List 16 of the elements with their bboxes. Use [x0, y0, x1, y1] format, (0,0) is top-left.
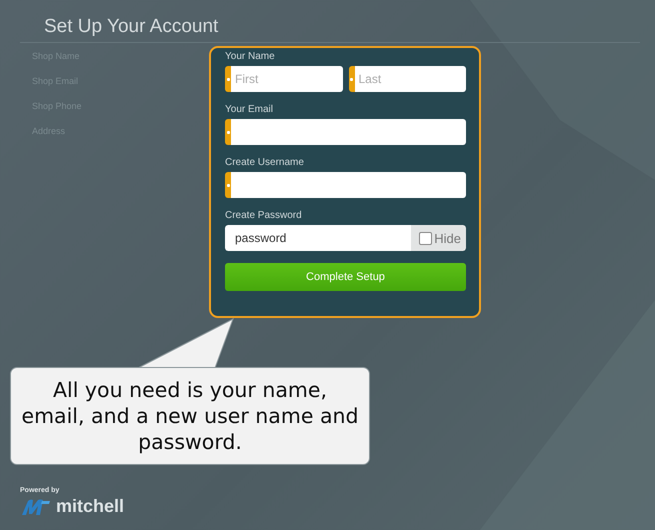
checkbox-label: Hide	[434, 230, 461, 246]
password-field[interactable]: password	[225, 225, 412, 251]
complete-setup-button[interactable]: Complete Setup	[225, 263, 466, 291]
input-field[interactable]	[231, 119, 466, 145]
page-title: Set Up Your Account	[44, 16, 220, 38]
input-field[interactable]: First	[231, 66, 342, 92]
callout-text: All you need is your name, email, and a new user name and password.	[20, 377, 360, 455]
brand-name: mitchell	[56, 496, 124, 517]
field-label: Create Username	[225, 157, 304, 168]
field-label: Your Email	[225, 104, 273, 115]
field-label: Your Name	[225, 51, 275, 62]
input-field[interactable]: Last	[354, 66, 466, 92]
checkbox[interactable]	[419, 232, 432, 244]
field-label: Create Password	[225, 210, 302, 221]
input-field[interactable]	[231, 172, 466, 198]
hide-toggle[interactable]: Hide	[411, 225, 466, 251]
